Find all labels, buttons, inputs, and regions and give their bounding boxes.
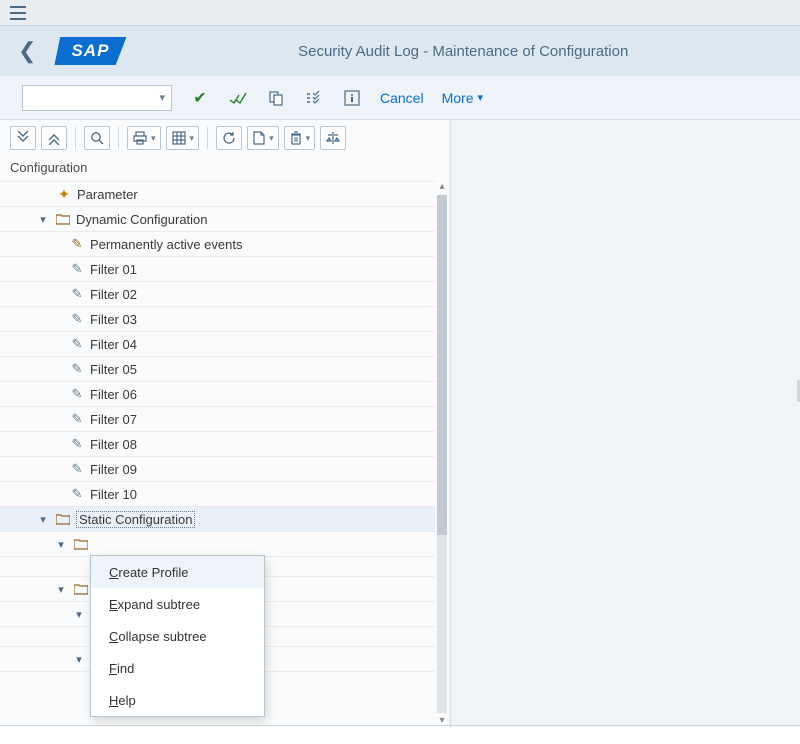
tree-item-filter[interactable]: ✎Filter 01 — [0, 256, 435, 281]
pencil-icon: ✎ — [68, 411, 86, 427]
layout-button[interactable]: ▾ — [166, 126, 200, 150]
action-toolbar: ▾ ✔ Cancel More ▾ — [0, 76, 800, 120]
detail-pane — [452, 120, 800, 727]
expander-open-icon[interactable]: ▾ — [54, 583, 68, 596]
menubar — [0, 0, 800, 26]
delete-button[interactable]: ▾ — [284, 126, 316, 150]
chevron-down-icon: ▾ — [306, 133, 311, 144]
back-button[interactable]: ❮ — [12, 38, 42, 64]
page-title: Security Audit Log - Maintenance of Conf… — [298, 43, 628, 60]
collapse-all-button[interactable] — [41, 126, 67, 150]
search-button[interactable] — [84, 126, 110, 150]
pencil-icon: ✎ — [68, 261, 86, 277]
pencil-icon: ✎ — [68, 361, 86, 377]
pencil-icon: ✎ — [68, 386, 86, 402]
menu-icon[interactable] — [10, 6, 26, 20]
folder-open-icon — [54, 213, 72, 225]
folder-open-icon — [72, 538, 90, 550]
command-field[interactable]: ▾ — [22, 85, 172, 111]
scroll-track[interactable] — [437, 195, 447, 713]
tree-item-filter[interactable]: ✎Filter 04 — [0, 331, 435, 356]
menu-item-find[interactable]: Find — [91, 652, 264, 684]
menu-item-help[interactable]: Help — [91, 684, 264, 716]
accept-icon[interactable]: ✔ — [190, 88, 210, 108]
menu-item-create-profile[interactable]: Create Profile — [91, 556, 264, 588]
expander-open-icon[interactable]: ▾ — [36, 213, 50, 226]
expander-open-icon[interactable]: ▾ — [54, 538, 68, 551]
parameter-icon: ✦ — [55, 186, 73, 203]
pencil-icon: ✎ — [68, 486, 86, 502]
cancel-button[interactable]: Cancel — [380, 90, 424, 106]
chevron-down-icon: ▾ — [190, 133, 195, 144]
tree-item-dynamic-configuration[interactable]: ▾ Dynamic Configuration — [0, 206, 435, 231]
chevron-down-icon: ▾ — [159, 91, 165, 104]
chevron-down-icon: ▾ — [478, 91, 484, 104]
tree-item-filter[interactable]: ✎Filter 02 — [0, 281, 435, 306]
tree-item-filter[interactable]: ✎Filter 03 — [0, 306, 435, 331]
chevron-down-icon: ▾ — [151, 133, 156, 144]
tree-item-filter[interactable]: ✎Filter 07 — [0, 406, 435, 431]
pencil-icon: ✎ — [68, 436, 86, 452]
checklist-icon[interactable] — [304, 88, 324, 108]
scroll-up-icon[interactable]: ▴ — [439, 181, 444, 193]
tree-item[interactable]: ▾ — [0, 531, 435, 556]
expander-open-icon[interactable]: ▾ — [36, 513, 50, 526]
pencil-icon: ✎ — [68, 311, 86, 327]
info-icon[interactable] — [342, 88, 362, 108]
print-button[interactable]: ▾ — [127, 126, 161, 150]
expander-open-icon[interactable]: ▾ — [72, 608, 86, 621]
tree-item-permanent-events[interactable]: ✎ Permanently active events — [0, 231, 435, 256]
pencil-icon: ✎ — [68, 461, 86, 477]
context-menu: Create Profile Expand subtree Collapse s… — [90, 555, 265, 717]
chevron-down-icon: ▾ — [269, 133, 274, 144]
folder-open-icon — [54, 513, 72, 525]
copy-icon[interactable] — [266, 88, 286, 108]
header: ❮ SAP Security Audit Log - Maintenance o… — [0, 26, 800, 76]
tree-pane: ▾ ▾ ▾ ▾ Configuration — [0, 120, 452, 727]
tree-item-filter[interactable]: ✎Filter 09 — [0, 456, 435, 481]
more-button[interactable]: More ▾ — [442, 90, 483, 106]
new-button[interactable]: ▾ — [247, 126, 279, 150]
folder-open-icon — [72, 583, 90, 595]
expand-all-button[interactable] — [10, 126, 36, 150]
scroll-thumb[interactable] — [437, 195, 447, 535]
scrollbar[interactable]: ▴ ▾ — [436, 181, 448, 727]
tree-toolbar: ▾ ▾ ▾ ▾ — [0, 120, 449, 156]
expander-open-icon[interactable]: ▾ — [72, 653, 86, 666]
pencil-icon: ✎ — [68, 286, 86, 302]
tree-item-filter[interactable]: ✎Filter 10 — [0, 481, 435, 506]
compare-button[interactable] — [320, 126, 346, 150]
tree-item-filter[interactable]: ✎Filter 08 — [0, 431, 435, 456]
pencil-icon: ✎ — [68, 336, 86, 352]
refresh-button[interactable] — [216, 126, 242, 150]
statusbar-divider — [0, 725, 800, 726]
tree-header: Configuration — [0, 156, 449, 181]
menu-item-expand-subtree[interactable]: Expand subtree — [91, 588, 264, 620]
tree-item-filter[interactable]: ✎Filter 06 — [0, 381, 435, 406]
tree-item-parameter[interactable]: ✦ Parameter — [0, 181, 435, 206]
tools-icon: ✎ — [68, 236, 86, 252]
sap-logo: SAP — [54, 33, 126, 69]
menu-item-collapse-subtree[interactable]: Collapse subtree — [91, 620, 264, 652]
tree-item-filter[interactable]: ✎Filter 05 — [0, 356, 435, 381]
activate-icon[interactable] — [228, 88, 248, 108]
tree-item-static-configuration[interactable]: ▾ Static Configuration — [0, 506, 435, 531]
